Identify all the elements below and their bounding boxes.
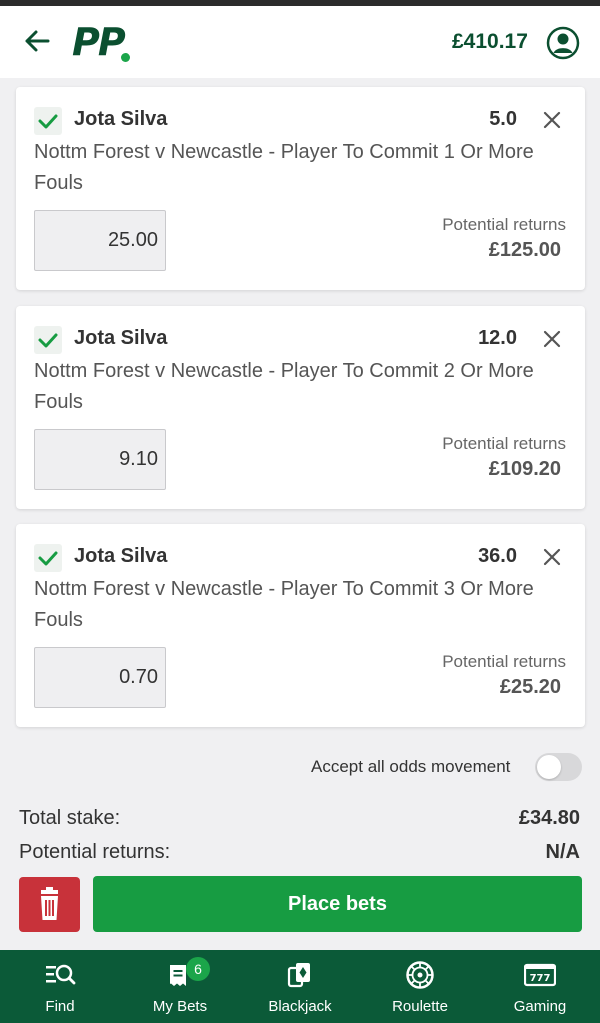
selection-name: Jota Silva (74, 545, 168, 567)
potential-returns-value: £25.20 (499, 676, 561, 698)
stake-input[interactable] (34, 210, 166, 271)
accept-odds-label: Accept all odds movement (311, 757, 511, 776)
market-description: Nottm Forest v Newcastle - Player To Com… (34, 141, 534, 194)
svg-text:777: 777 (530, 973, 551, 984)
close-icon[interactable] (541, 109, 563, 131)
nav-item-my-bets[interactable]: 6 My Bets (120, 950, 240, 1023)
potential-returns-value: £125.00 (488, 239, 561, 261)
potential-returns-label: Potential returns (442, 215, 566, 234)
selection-name: Jota Silva (74, 108, 168, 130)
close-icon[interactable] (541, 328, 563, 350)
stake-input[interactable] (34, 647, 166, 708)
app-header: PP £410.17 (0, 6, 600, 78)
selection-name: Jota Silva (74, 327, 168, 349)
potential-returns-label: Potential returns (442, 434, 566, 453)
nav-label: My Bets (152, 998, 208, 1015)
nav-label: Roulette (392, 998, 448, 1015)
stake-input[interactable] (34, 429, 166, 490)
accept-odds-toggle[interactable] (535, 753, 582, 781)
nav-item-gaming[interactable]: 777 Gaming (480, 950, 600, 1023)
my-bets-badge: 6 (186, 957, 210, 981)
account-balance[interactable]: £410.17 (452, 30, 528, 54)
back-arrow-icon[interactable] (20, 24, 54, 58)
selection-checkbox[interactable] (34, 326, 62, 354)
summary-potential-returns-value: N/A (545, 841, 580, 863)
close-icon[interactable] (541, 546, 563, 568)
bet-slip-card: Jota Silva 12.0 Nottm Forest v Newcastle… (16, 306, 585, 509)
selection-checkbox[interactable] (34, 107, 62, 135)
nav-label: Find (45, 998, 75, 1015)
bet-slip-card: Jota Silva 36.0 Nottm Forest v Newcastle… (16, 524, 585, 727)
market-description: Nottm Forest v Newcastle - Player To Com… (34, 360, 534, 413)
selection-checkbox[interactable] (34, 544, 62, 572)
market-description: Nottm Forest v Newcastle - Player To Com… (34, 578, 534, 631)
selection-odds: 12.0 (478, 327, 517, 349)
blackjack-icon (287, 963, 310, 988)
place-bets-button[interactable]: Place bets (93, 876, 582, 932)
trash-icon (41, 887, 58, 920)
total-stake-value: £34.80 (518, 807, 580, 829)
selection-odds: 5.0 (489, 108, 517, 130)
nav-item-roulette[interactable]: Roulette (360, 950, 480, 1023)
total-stake-label: Total stake: (19, 807, 121, 829)
nav-label: Blackjack (268, 998, 332, 1015)
selection-odds: 36.0 (478, 545, 517, 567)
nav-item-blackjack[interactable]: Blackjack (240, 950, 360, 1023)
paddy-power-logo[interactable]: PP (72, 20, 126, 64)
nav-label: Gaming (513, 998, 567, 1015)
account-icon[interactable] (546, 26, 580, 60)
clear-betslip-button[interactable] (19, 877, 80, 932)
potential-returns-value: £109.20 (488, 458, 561, 480)
bottom-navigation: Find 6 My Bets Blackjack Roulette 777 Ga… (0, 950, 600, 1023)
bet-slip-card: Jota Silva 5.0 Nottm Forest v Newcastle … (16, 87, 585, 290)
potential-returns-label: Potential returns (442, 652, 566, 671)
find-icon (46, 964, 76, 985)
nav-item-find[interactable]: Find (0, 950, 120, 1023)
roulette-icon (406, 961, 434, 989)
toggle-knob (537, 755, 561, 779)
slots-icon: 777 (524, 963, 556, 987)
summary-potential-returns-label: Potential returns: (19, 841, 171, 863)
logo-dot (121, 53, 130, 62)
